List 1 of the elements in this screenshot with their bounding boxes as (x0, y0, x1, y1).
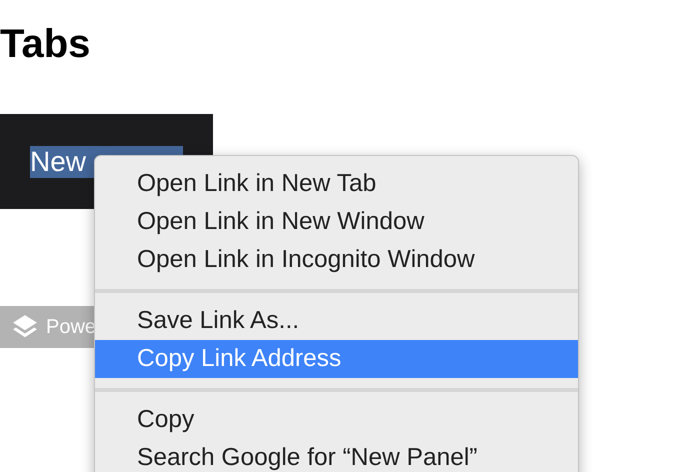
page-heading: Tabs (0, 21, 92, 68)
